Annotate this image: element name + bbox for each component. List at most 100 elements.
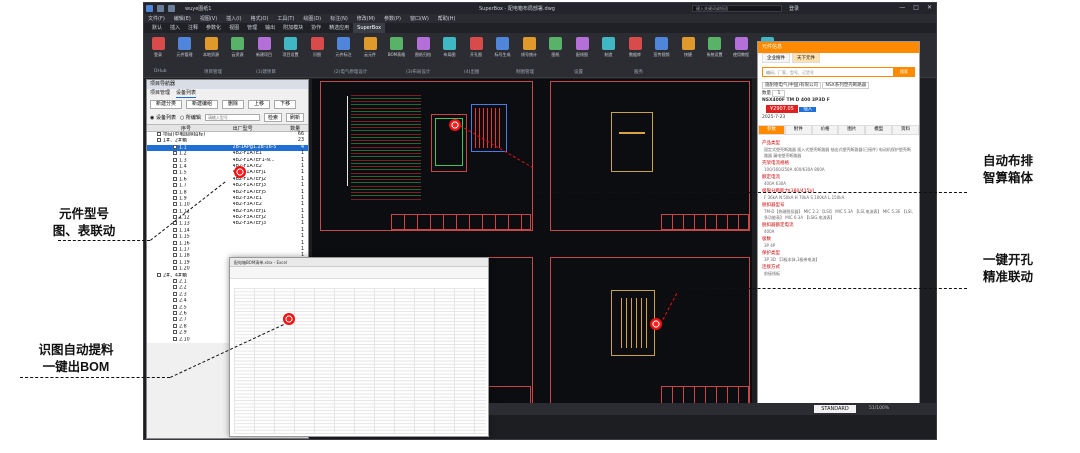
ribbon-button[interactable]: 云资源 bbox=[228, 37, 248, 58]
spec-options[interactable]: 固定式塑壳断路器 插入式塑壳断路器 抽出式塑壳断路器(已接件) 电动机保护塑壳断… bbox=[758, 147, 919, 159]
ribbon-button[interactable]: 线号统计 bbox=[519, 37, 539, 58]
bom-excel-window[interactable]: 配电箱BOM清单.xlsx - Excel bbox=[229, 257, 489, 437]
checkbox[interactable] bbox=[173, 227, 177, 232]
checkbox[interactable] bbox=[173, 151, 177, 156]
ribbon-tab[interactable]: 插入 bbox=[166, 23, 184, 33]
ribbon-tab[interactable]: 协作 bbox=[307, 23, 325, 33]
checkbox[interactable] bbox=[173, 157, 177, 162]
part-search-button[interactable]: 搜索 bbox=[893, 67, 915, 77]
checkbox[interactable] bbox=[173, 176, 177, 181]
user-login[interactable]: 登录 bbox=[789, 5, 799, 12]
search-button[interactable]: 检索 bbox=[263, 113, 282, 122]
checkbox[interactable] bbox=[173, 310, 177, 315]
radio-edited[interactable]: ○ 所编辑 bbox=[180, 114, 201, 121]
drilling-sheet[interactable] bbox=[550, 257, 750, 407]
refresh-button[interactable]: 刷新 bbox=[285, 113, 304, 122]
menu-item[interactable]: 编辑(E) bbox=[174, 15, 191, 22]
checkbox[interactable] bbox=[173, 240, 177, 245]
ribbon-tab[interactable]: 视图 bbox=[225, 23, 243, 33]
checkbox[interactable] bbox=[173, 202, 177, 207]
excel-grid[interactable] bbox=[234, 288, 486, 434]
maximize-button[interactable]: □ bbox=[913, 4, 919, 11]
checkbox[interactable] bbox=[173, 304, 177, 309]
panel-button[interactable]: 下移 bbox=[274, 100, 297, 109]
detail-tab[interactable]: 附件 bbox=[784, 125, 812, 135]
menu-item[interactable]: 格式(O) bbox=[251, 15, 269, 22]
checkbox[interactable] bbox=[173, 259, 177, 264]
ribbon-button[interactable]: 本地资源 bbox=[201, 37, 221, 58]
search-input[interactable]: 键入关键词或短语 bbox=[692, 5, 782, 12]
ribbon-button[interactable]: 数据库 bbox=[625, 37, 645, 58]
ribbon-button[interactable]: 云元件 bbox=[360, 37, 380, 58]
menu-item[interactable]: 绘图(D) bbox=[303, 15, 321, 22]
tab-device-list[interactable]: 设备列表 bbox=[176, 89, 197, 98]
panel-button[interactable]: 删除 bbox=[222, 100, 245, 109]
menu-item[interactable]: 视图(V) bbox=[200, 15, 217, 22]
checkbox[interactable] bbox=[173, 189, 177, 194]
ribbon-button[interactable]: 图纸归档 bbox=[413, 37, 433, 58]
checkbox[interactable] bbox=[173, 291, 177, 296]
checkbox[interactable] bbox=[173, 208, 177, 213]
tab-universal-parts[interactable]: 天下元件 bbox=[792, 53, 820, 63]
ribbon-button[interactable]: BOM表格 bbox=[387, 37, 407, 58]
spec-options[interactable]: 前接线板 bbox=[758, 271, 919, 277]
ribbon-button[interactable]: 使用教程 bbox=[731, 37, 751, 58]
checkbox[interactable] bbox=[173, 323, 177, 328]
panel-button[interactable]: 新建编组 bbox=[186, 100, 219, 109]
undo-icon[interactable] bbox=[168, 5, 175, 12]
panel-button[interactable]: 新建分类 bbox=[150, 100, 183, 109]
checkbox[interactable] bbox=[173, 298, 177, 303]
ribbon-tab[interactable]: 输出 bbox=[261, 23, 279, 33]
save-icon[interactable] bbox=[157, 5, 164, 12]
layout-sheet[interactable] bbox=[550, 81, 750, 231]
ribbon-tab[interactable]: 管理 bbox=[243, 23, 261, 33]
ribbon-tab[interactable]: 精选应用 bbox=[325, 23, 353, 33]
detail-tab[interactable]: 模型 bbox=[865, 125, 893, 135]
checkbox[interactable] bbox=[173, 278, 177, 283]
tab-enterprise-search[interactable]: 企业搜件 bbox=[762, 53, 790, 63]
ribbon-button[interactable]: 开孔图 bbox=[466, 37, 486, 58]
ribbon-button[interactable]: 图纸 bbox=[546, 37, 566, 58]
checkbox[interactable] bbox=[173, 247, 177, 252]
minimize-button[interactable]: — bbox=[899, 4, 905, 11]
radio-device-list[interactable]: ◉ 设备列表 bbox=[150, 114, 176, 121]
menu-item[interactable]: 修改(M) bbox=[357, 15, 375, 22]
checkbox[interactable] bbox=[173, 144, 177, 149]
menu-item[interactable]: 帮助(H) bbox=[438, 15, 456, 22]
spec-options[interactable]: TM-D【热磁脱扣器】 MIC 2.2 【LSI】 MIC 5.3A 【LSI,… bbox=[758, 209, 919, 221]
tab-project[interactable]: 项目管理 bbox=[150, 89, 170, 98]
checkbox[interactable] bbox=[173, 234, 177, 239]
ribbon-button[interactable]: 元件管理 bbox=[175, 37, 195, 58]
ribbon-button[interactable]: 新建项目 bbox=[254, 37, 274, 58]
ribbon-button[interactable]: 标号生成 bbox=[493, 37, 513, 58]
ribbon-button[interactable]: 登录 bbox=[148, 37, 168, 58]
menu-item[interactable]: 插入(I) bbox=[226, 15, 241, 22]
insert-button[interactable]: 插入 bbox=[799, 107, 817, 112]
checkbox[interactable] bbox=[173, 330, 177, 335]
ribbon-tab[interactable]: 默认 bbox=[148, 23, 166, 33]
checkbox[interactable] bbox=[173, 183, 177, 188]
menu-item[interactable]: 参数(P) bbox=[384, 15, 401, 22]
checkbox[interactable] bbox=[173, 195, 177, 200]
schematic-sheet[interactable] bbox=[320, 81, 533, 231]
menu-item[interactable]: 窗口(W) bbox=[410, 15, 429, 22]
close-button[interactable]: ✕ bbox=[927, 4, 932, 11]
detail-tab[interactable]: 图片 bbox=[838, 125, 866, 135]
standard-style-select[interactable]: STANDARD bbox=[814, 405, 856, 413]
checkbox[interactable] bbox=[157, 138, 161, 143]
part-search-input[interactable]: 编码、厂家、型号、订货号 搜索 bbox=[762, 67, 915, 77]
qty-input[interactable]: 1 bbox=[772, 90, 786, 97]
series-select[interactable]: NSX系列塑壳断路器 bbox=[822, 82, 870, 89]
menu-item[interactable]: 工具(T) bbox=[277, 15, 294, 22]
detail-tab[interactable]: 资料 bbox=[892, 125, 919, 135]
checkbox[interactable] bbox=[173, 336, 177, 341]
menu-item[interactable]: 文件(F) bbox=[148, 15, 165, 22]
checkbox[interactable] bbox=[173, 285, 177, 290]
ribbon-button[interactable]: 宣传视频 bbox=[652, 37, 672, 58]
brand-select[interactable]: 施耐德电气(中国)有限公司 bbox=[762, 82, 822, 89]
panel-button[interactable]: 上移 bbox=[248, 100, 271, 109]
checkbox[interactable] bbox=[173, 170, 177, 175]
ribbon-button[interactable]: 布局图 bbox=[440, 37, 460, 58]
ribbon-button[interactable]: 系统设置 bbox=[705, 37, 725, 58]
checkbox[interactable] bbox=[157, 132, 161, 136]
